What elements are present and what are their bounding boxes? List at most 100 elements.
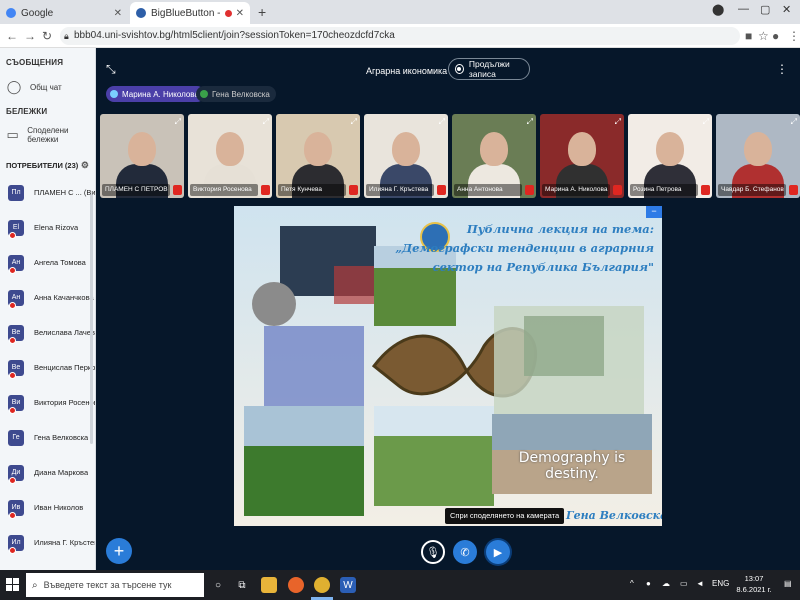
back-icon[interactable]: ← [6, 29, 18, 43]
user-list-item[interactable]: Ви Виктория Росенова [0, 385, 95, 420]
user-list-item[interactable]: Ан Ангела Томова [0, 245, 95, 280]
unmute-button[interactable]: 🎙︎ [421, 540, 445, 564]
user-name: Гена Велковска [34, 433, 89, 442]
profile-icon[interactable]: ● [772, 29, 779, 43]
webcam-tile[interactable]: ⤢ Розина Петрова [628, 114, 712, 198]
minimize-icon[interactable]: — [738, 3, 749, 15]
webcam-tile[interactable]: ⤢ Илияна Г. Кръстева [364, 114, 448, 198]
user-name: Анна Качанчкова [34, 293, 94, 302]
webcam-tile[interactable]: ⤢ Чавдар Б. Стефанов [716, 114, 800, 198]
collapse-sidebar-icon[interactable]: ⤡ [106, 62, 116, 77]
firefox-icon[interactable] [288, 577, 304, 593]
webcam-name: ПЛАМЕН С ПЕТРОВ [102, 184, 170, 196]
share-camera-button[interactable]: ▶ [486, 540, 510, 564]
user-list-item[interactable]: Ге Гена Велковска [0, 420, 95, 455]
bigbluebutton-icon [136, 8, 146, 18]
fullscreen-icon[interactable]: ⤢ [351, 117, 357, 127]
talking-indicator[interactable]: Гена Велковска [196, 86, 276, 102]
camera-permission-icon[interactable]: ■ [745, 29, 752, 43]
fullscreen-icon[interactable]: ⤢ [791, 117, 797, 127]
person-head [480, 132, 508, 166]
webcam-name: Марина А. Николова [542, 184, 610, 196]
network-icon[interactable]: ▭ [680, 579, 688, 588]
webcam-name: Петя Кунчева [278, 184, 346, 196]
tray-chevron-icon[interactable]: ^ [630, 579, 634, 588]
reload-icon[interactable]: ↻ [42, 29, 52, 43]
person-head [568, 132, 596, 166]
options-icon[interactable]: ⋮ [776, 62, 788, 76]
fullscreen-icon[interactable]: ⤢ [615, 117, 621, 127]
onedrive-icon[interactable]: ☁ [662, 579, 670, 588]
user-list-item[interactable]: ИлИлияна Г. Кръстева [0, 525, 95, 560]
clock[interactable]: 13:07 8.6.2021 г. [731, 573, 777, 595]
fullscreen-icon[interactable]: ⤢ [703, 117, 709, 127]
notes-icon: ▭ [6, 127, 19, 142]
tray-app-icon[interactable]: ● [646, 579, 651, 588]
talking-indicator[interactable]: Марина А. Николова [106, 86, 205, 102]
webcam-tile[interactable]: ⤢ Петя Кунчева [276, 114, 360, 198]
user-name: Иван Николов [34, 503, 84, 512]
record-button[interactable]: Продължи записа [448, 58, 530, 80]
address-bar-row: ← → ↻ 🔒︎ bbb04.uni-svishtov.bg/html5clie… [0, 24, 800, 48]
minimize-presentation-button[interactable]: − [646, 206, 662, 218]
slide-title: Публична лекция на тема: „Демографски те… [395, 222, 654, 274]
close-icon[interactable]: ✕ [236, 8, 244, 19]
search-placeholder: Въведете текст за търсене тук [43, 580, 172, 590]
fullscreen-icon[interactable]: ⤢ [439, 117, 445, 127]
close-window-icon[interactable]: ✕ [782, 3, 791, 16]
task-view-icon[interactable]: ⧉ [234, 577, 250, 593]
star-icon[interactable]: ☆ [758, 29, 769, 43]
menu-icon[interactable]: ⋮ [788, 29, 800, 43]
slide-quote: Demography is destiny. [518, 450, 626, 482]
cortana-icon[interactable]: ○ [210, 577, 226, 593]
volume-icon[interactable]: ◄ [696, 579, 704, 588]
windows-start-icon[interactable] [6, 578, 20, 592]
user-list-item[interactable]: Ив Иван Николов [0, 490, 95, 525]
user-name: Диана Маркова [34, 468, 89, 477]
sidebar: СЪОБЩЕНИЯ ◯ Общ чат БЕЛЕЖКИ ▭ Споделени … [0, 48, 96, 570]
webcam-tile[interactable]: ⤢ Анна Антонова [452, 114, 536, 198]
close-icon[interactable]: ✕ [114, 8, 122, 19]
fullscreen-icon[interactable]: ⤢ [175, 117, 181, 127]
notifications-icon[interactable]: ▤ [784, 579, 792, 588]
tab-google[interactable]: Google ✕ [0, 2, 128, 24]
fullscreen-icon[interactable]: ⤢ [527, 117, 533, 127]
actions-button[interactable]: + [106, 538, 132, 564]
webcam-tile[interactable]: ⤢ ПЛАМЕН С ПЕТРОВ [100, 114, 184, 198]
forward-icon[interactable]: → [24, 29, 36, 43]
shared-notes-item[interactable]: ▭ Споделени бележки [0, 122, 95, 148]
maximize-icon[interactable]: ▢ [760, 3, 770, 16]
sidebar-scrollbar[interactable] [90, 194, 93, 444]
tab-bigbluebutton[interactable]: BigBlueButton - Аграрна ико ✕ [130, 2, 250, 24]
new-tab-button[interactable]: + [258, 4, 266, 20]
url-field[interactable]: 🔒︎ bbb04.uni-svishtov.bg/html5client/joi… [60, 27, 740, 45]
user-list-item[interactable]: Пл ПЛАМЕН С ... (Вие) [0, 175, 95, 210]
mic-off-icon [789, 185, 798, 195]
gear-icon[interactable]: ⚙ [81, 160, 89, 171]
user-list-item[interactable]: Ве Венцислав Перков [0, 350, 95, 385]
language-indicator[interactable]: ENG [712, 579, 729, 588]
user-list-item[interactable]: Ве Велислава Лачева [0, 315, 95, 350]
mic-off-icon: 🎙︎ [426, 546, 440, 559]
account-icon[interactable]: ⬤ [712, 3, 724, 16]
word-icon[interactable]: W [340, 577, 356, 593]
user-list-item[interactable]: El Elena Rizova [0, 210, 95, 245]
user-list-item[interactable]: Ди Диана Маркова [0, 455, 95, 490]
file-explorer-icon[interactable] [261, 577, 277, 593]
fullscreen-icon[interactable]: ⤢ [263, 117, 269, 127]
clock-date: 8.6.2021 г. [736, 585, 772, 594]
user-list-item[interactable]: Ан Анна Качанчкова [0, 280, 95, 315]
shared-notes-label: Споделени бележки [27, 126, 69, 144]
browser-tab-bar: Google ✕ BigBlueButton - Аграрна ико ✕ +… [0, 0, 800, 24]
leave-audio-button[interactable]: ✆ [453, 540, 477, 564]
user-name: Велислава Лачева [34, 328, 95, 337]
mic-off-icon [9, 477, 16, 484]
user-name: ПЛАМЕН С ... (Вие) [34, 188, 95, 197]
recording-icon [224, 9, 232, 17]
chrome-icon[interactable] [314, 577, 330, 593]
public-chat-item[interactable]: ◯ Общ чат [0, 75, 95, 99]
mic-off-icon [701, 185, 710, 195]
taskbar-search-box[interactable]: ⌕ Въведете текст за търсене тук [26, 573, 204, 597]
webcam-tile[interactable]: ⤢ Виктория Росенова [188, 114, 272, 198]
webcam-tile[interactable]: ⤢ Марина А. Николова [540, 114, 624, 198]
